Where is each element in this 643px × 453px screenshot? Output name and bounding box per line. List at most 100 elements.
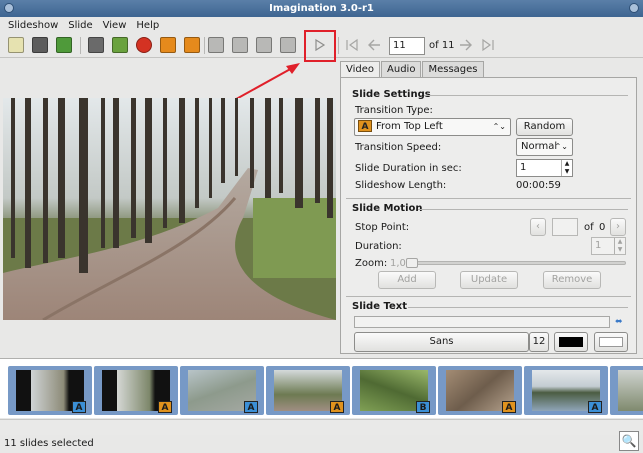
- slide-thumbnail[interactable]: A: [8, 366, 92, 415]
- open-slideshow-icon[interactable]: [32, 37, 48, 53]
- text-color-swatch: [559, 337, 583, 347]
- add-stop-point-button[interactable]: Add: [378, 271, 436, 289]
- menu-view[interactable]: View: [102, 20, 128, 31]
- zoom-fit-icon[interactable]: [208, 37, 224, 53]
- previous-slide-icon[interactable]: [366, 37, 382, 53]
- update-stop-point-button[interactable]: Update: [460, 271, 518, 289]
- transition-badge: A: [358, 120, 372, 132]
- random-button[interactable]: Random: [516, 118, 573, 136]
- window-close-icon[interactable]: [629, 3, 639, 13]
- menu-help[interactable]: Help: [135, 20, 160, 31]
- slide-filmstrip[interactable]: A A A A B A A: [0, 358, 643, 418]
- status-text: 11 slides selected: [4, 438, 94, 449]
- zoom-value: 1,0: [390, 258, 406, 269]
- save-slideshow-icon[interactable]: [56, 37, 72, 53]
- toolbar-separator: [80, 37, 81, 54]
- transition-badge: A: [330, 401, 344, 413]
- transition-badge: A: [244, 401, 258, 413]
- section-divider: [408, 307, 628, 308]
- chevron-updown-icon: ⌃⌄: [492, 122, 506, 131]
- slide-motion-title: Slide Motion: [352, 203, 423, 214]
- slide-thumbnail[interactable]: B: [352, 366, 436, 415]
- slide-preview[interactable]: [3, 98, 336, 320]
- stop-point-total: 0: [599, 222, 606, 233]
- slide-thumbnail[interactable]: A: [94, 366, 178, 415]
- last-slide-icon[interactable]: [480, 37, 496, 53]
- slide-text-input[interactable]: [354, 316, 610, 328]
- transition-type-select[interactable]: A From Top Left ⌃⌄: [354, 118, 511, 136]
- title-bar: Imagination 3.0-r1: [0, 0, 643, 17]
- transition-speed-select[interactable]: Normal ⌃⌄: [516, 138, 573, 156]
- transition-type-value: From Top Left: [376, 121, 443, 132]
- current-slide-input[interactable]: 11: [389, 37, 425, 55]
- zoom-slider-handle[interactable]: [406, 258, 418, 268]
- slideshow-length-value: 00:00:59: [516, 180, 561, 191]
- slide-thumbnail[interactable]: [610, 366, 643, 415]
- tab-audio[interactable]: Audio: [381, 61, 422, 78]
- rotate-right-icon[interactable]: [184, 37, 200, 53]
- menu-slide[interactable]: Slide: [67, 20, 93, 31]
- font-size[interactable]: 12: [529, 332, 549, 352]
- text-background-swatch: [599, 337, 623, 347]
- tab-messages[interactable]: Messages: [422, 61, 484, 78]
- font-select-button[interactable]: Sans: [354, 332, 529, 352]
- remove-stop-point-button[interactable]: Remove: [543, 271, 601, 289]
- window-menu-icon[interactable]: [4, 3, 14, 13]
- text-position-icon[interactable]: ⬌: [615, 317, 623, 327]
- slide-duration-label: Slide Duration in sec:: [355, 163, 462, 174]
- previous-stop-point-button[interactable]: ‹: [530, 218, 546, 236]
- slide-duration-spinner[interactable]: 1 ▲ ▼: [516, 159, 573, 177]
- chevron-updown-icon: ⌃⌄: [554, 142, 568, 151]
- transition-badge: B: [416, 401, 430, 413]
- import-pictures-icon[interactable]: [88, 37, 104, 53]
- section-divider: [424, 95, 628, 96]
- zoom-icon[interactable]: 🔍: [619, 431, 639, 451]
- font-name: Sans: [429, 336, 454, 347]
- motion-duration-label: Duration:: [355, 241, 402, 252]
- zoom-slider[interactable]: [406, 258, 626, 268]
- section-divider: [346, 198, 631, 199]
- forest-road-image: [3, 98, 336, 320]
- slide-thumbnail[interactable]: A: [524, 366, 608, 415]
- zoom-label: Zoom:: [355, 258, 388, 269]
- slide-thumbnail[interactable]: A: [438, 366, 522, 415]
- toolbar-separator: [204, 37, 205, 54]
- spinner-arrows-icon[interactable]: ▲ ▼: [614, 238, 625, 254]
- rotate-left-icon[interactable]: [160, 37, 176, 53]
- slide-thumbnail[interactable]: A: [266, 366, 350, 415]
- slide-settings-title: Slide Settings: [352, 89, 431, 100]
- highlight-frame: [304, 30, 336, 62]
- zoom-normal-icon[interactable]: [232, 37, 248, 53]
- zoom-out-icon[interactable]: [280, 37, 296, 53]
- transition-speed-value: Normal: [521, 141, 558, 152]
- total-slides-label: of 11: [429, 40, 455, 51]
- section-divider: [418, 209, 628, 210]
- text-background-color-button[interactable]: [594, 332, 628, 352]
- slide-duration-value: 1: [520, 162, 527, 173]
- motion-duration-spinner[interactable]: 1 ▲ ▼: [591, 237, 626, 255]
- transition-speed-label: Transition Speed:: [355, 142, 442, 153]
- window-controls: [4, 3, 14, 13]
- filmstrip-scrollbar[interactable]: [0, 419, 643, 435]
- slide-thumbnail[interactable]: A: [180, 366, 264, 415]
- stop-point-input[interactable]: [552, 218, 578, 236]
- import-music-icon[interactable]: [112, 37, 128, 53]
- transition-badge: A: [588, 401, 602, 413]
- spinner-arrows-icon[interactable]: ▲ ▼: [561, 160, 572, 176]
- transition-badge: A: [72, 401, 86, 413]
- motion-duration-value: 1: [595, 240, 602, 251]
- text-color-button[interactable]: [554, 332, 588, 352]
- zoom-in-icon[interactable]: [256, 37, 272, 53]
- stop-point-of-label: of: [584, 222, 594, 233]
- menu-slideshow[interactable]: Slideshow: [7, 20, 59, 31]
- delete-slide-icon[interactable]: [136, 37, 152, 53]
- slide-text-title: Slide Text: [352, 301, 407, 312]
- next-slide-icon[interactable]: [458, 37, 474, 53]
- new-slideshow-icon[interactable]: [8, 37, 24, 53]
- slideshow-length-label: Slideshow Length:: [355, 180, 447, 191]
- next-stop-point-button[interactable]: ›: [610, 218, 626, 236]
- window-title: Imagination 3.0-r1: [269, 3, 374, 14]
- toolbar-separator: [338, 37, 339, 54]
- section-divider: [346, 296, 631, 297]
- first-slide-icon[interactable]: [344, 37, 360, 53]
